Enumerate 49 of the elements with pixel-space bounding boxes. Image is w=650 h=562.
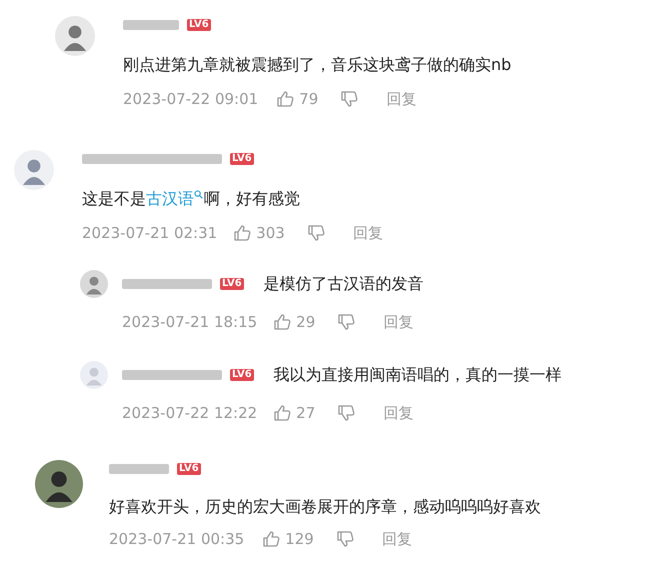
like-button[interactable]: 129 bbox=[262, 530, 314, 548]
like-button[interactable]: 79 bbox=[276, 90, 318, 108]
dislike-button[interactable] bbox=[340, 90, 358, 108]
comment-time: 2023-07-21 18:15 bbox=[122, 313, 258, 331]
thumbs-down-icon bbox=[340, 90, 358, 108]
level-badge: LV6 bbox=[177, 463, 201, 475]
comment-text: 刚点进第九章就被震撼到了，音乐这块鸢子做的确实nb bbox=[123, 54, 512, 76]
avatar bbox=[14, 150, 54, 190]
thumbs-up-icon bbox=[233, 224, 252, 242]
thumbs-down-icon bbox=[337, 313, 356, 331]
comment-time: 2023-07-21 00:35 bbox=[109, 530, 244, 548]
thumbs-up-icon bbox=[262, 530, 280, 548]
dislike-button[interactable] bbox=[336, 530, 354, 548]
reply-button[interactable]: 回复 bbox=[383, 312, 414, 332]
reply-button[interactable]: 回复 bbox=[386, 90, 416, 108]
reply-button[interactable]: 回复 bbox=[383, 404, 414, 422]
comment-text: 我以为直接用闽南语唱的，真的一摸一样 bbox=[274, 364, 562, 386]
comment-text: 是模仿了古汉语的发音 bbox=[264, 273, 424, 295]
thumbs-down-icon bbox=[306, 224, 325, 242]
comment-time: 2023-07-21 02:31 bbox=[82, 224, 218, 242]
level-badge: LV6 bbox=[230, 369, 254, 381]
avatar bbox=[80, 361, 108, 389]
like-button[interactable]: 27 bbox=[273, 404, 316, 422]
avatar bbox=[80, 270, 108, 298]
comment-text: 好喜欢开头，历史的宏大画卷展开的序章，感动呜呜呜好喜欢 bbox=[109, 496, 541, 518]
comment-time: 2023-07-22 12:22 bbox=[122, 404, 258, 422]
avatar bbox=[35, 460, 83, 508]
comment-time: 2023-07-22 09:01 bbox=[123, 90, 258, 108]
dislike-button[interactable] bbox=[337, 404, 356, 422]
dislike-button[interactable] bbox=[306, 224, 325, 242]
search-icon bbox=[194, 190, 203, 199]
level-badge: LV6 bbox=[187, 19, 211, 31]
avatar bbox=[55, 16, 95, 56]
reply-button[interactable]: 回复 bbox=[352, 224, 383, 242]
thumbs-down-icon bbox=[336, 530, 354, 548]
thumbs-up-icon bbox=[273, 404, 292, 422]
thumbs-up-icon bbox=[276, 90, 294, 108]
blurred-username bbox=[123, 19, 179, 31]
level-badge: LV6 bbox=[220, 278, 244, 290]
level-badge: LV6 bbox=[230, 153, 254, 165]
dislike-button[interactable] bbox=[337, 313, 356, 331]
search-link[interactable]: 古汉语 bbox=[146, 188, 194, 210]
like-button[interactable]: 29 bbox=[273, 313, 316, 331]
thumbs-up-icon bbox=[273, 313, 292, 331]
reply-button[interactable]: 回复 bbox=[382, 530, 412, 548]
thumbs-down-icon bbox=[337, 404, 356, 422]
comment-text: 这是不是古汉语 啊，好有感觉 bbox=[82, 188, 301, 210]
like-button[interactable]: 303 bbox=[233, 224, 285, 242]
blurred-username bbox=[109, 463, 169, 475]
